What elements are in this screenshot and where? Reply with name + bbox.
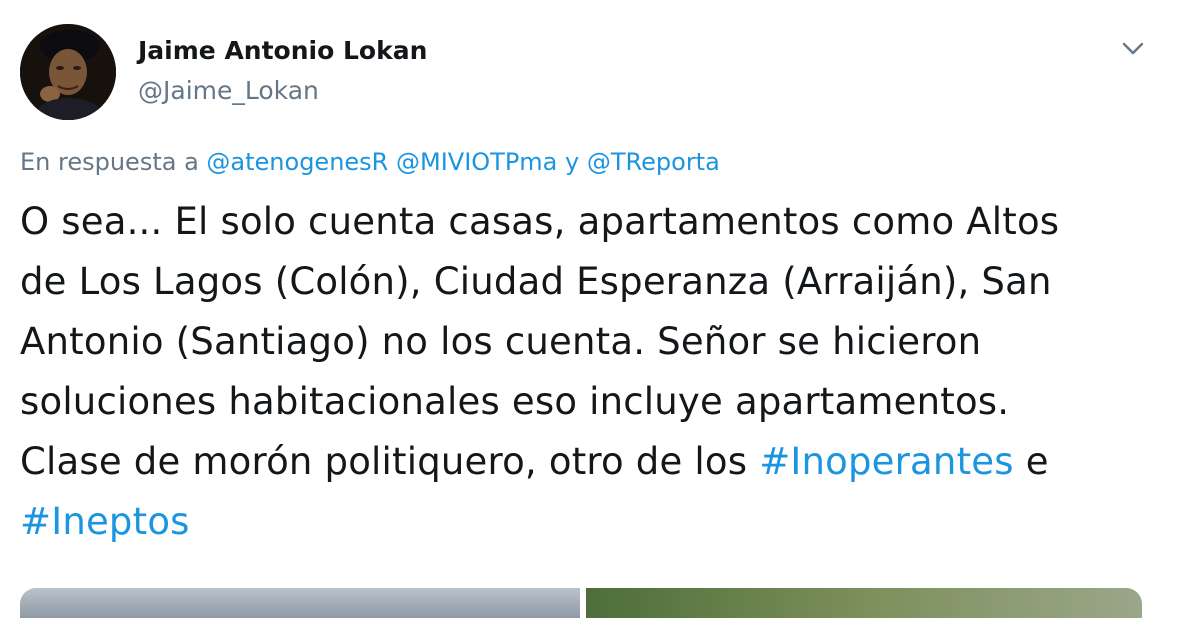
tweet-text-line: Clase de morón politiquero, otro de los … <box>20 432 1160 492</box>
chevron-down-icon[interactable] <box>1118 38 1148 60</box>
media-image[interactable] <box>20 588 580 618</box>
hashtag-link[interactable]: #Ineptos <box>20 500 190 543</box>
tweet-text-segment: e <box>1025 440 1049 483</box>
tweet-text-line: de Los Lagos (Colón), Ciudad Esperanza (… <box>20 260 1052 303</box>
author-avatar[interactable] <box>20 24 116 120</box>
author-handle[interactable]: @Jaime_Lokan <box>138 76 319 105</box>
tweet-text: O sea... El solo cuenta casas, apartamen… <box>20 192 1160 552</box>
media-image[interactable] <box>586 588 1142 618</box>
mention-link[interactable]: @TReporta <box>587 148 720 176</box>
hashtag-link[interactable]: #Inoperantes <box>759 440 1014 483</box>
mention-link[interactable]: @atenogenesR <box>206 148 388 176</box>
author-display-name[interactable]: Jaime Antonio Lokan <box>138 36 427 65</box>
reply-context: En respuesta a @atenogenesR @MIVIOTPma y… <box>20 148 720 176</box>
mention-link[interactable]: @MIVIOTPma <box>396 148 557 176</box>
tweet-text-line: O sea... El solo cuenta casas, apartamen… <box>20 200 1060 243</box>
tweet-media[interactable] <box>20 588 1142 618</box>
tweet-text-line: #Ineptos <box>20 492 1160 552</box>
tweet-text-line: soluciones habitacionales eso incluye ap… <box>20 380 1010 423</box>
reply-conjunction: y <box>565 148 580 176</box>
tweet-text-segment: Clase de morón politiquero, otro de los <box>20 440 748 483</box>
tweet-text-line: Antonio (Santiago) no los cuenta. Señor … <box>20 320 982 363</box>
avatar-photo-icon <box>20 24 116 120</box>
reply-prefix: En respuesta a <box>20 148 199 176</box>
tweet-card: Jaime Antonio Lokan @Jaime_Lokan En resp… <box>0 0 1200 618</box>
